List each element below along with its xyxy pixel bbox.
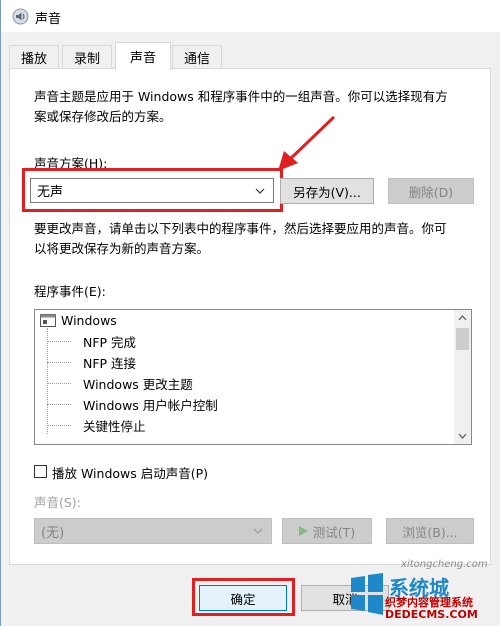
watermark-site: xitongcheng.com — [401, 559, 488, 570]
save-as-button[interactable]: 另存为(V)... — [280, 178, 374, 204]
list-item[interactable]: 关键性停止 — [83, 415, 146, 436]
windows-app-icon — [40, 314, 56, 327]
test-button[interactable]: 测试(T) — [282, 518, 372, 544]
change-description-line2: 以将更改保存为新的声音方案。 — [34, 241, 210, 256]
sound-dialog: 声音 播放 录制 声音 通信 声音主题是应用于 Windows 和程序事件中的一… — [0, 0, 500, 626]
ok-button[interactable]: 确定 — [199, 585, 287, 611]
chevron-down-icon — [255, 188, 265, 194]
play-icon — [298, 526, 308, 536]
test-button-label: 测试(T) — [312, 524, 356, 540]
tree-branch — [47, 425, 71, 426]
speaker-icon — [12, 8, 29, 25]
sound-label: 声音(S): — [34, 495, 81, 510]
sounds-panel: 声音主题是应用于 Windows 和程序事件中的一组声音。你可以选择现有方 案或… — [9, 68, 491, 565]
browse-button[interactable]: 浏览(B)... — [386, 518, 474, 544]
scroll-thumb[interactable] — [456, 328, 469, 350]
startup-sound-checkbox[interactable] — [34, 465, 47, 478]
startup-sound-label[interactable]: 播放 Windows 启动声音(P) — [52, 463, 208, 482]
red-arrow-icon — [278, 115, 336, 171]
scheme-description: 声音主题是应用于 Windows 和程序事件中的一组声音。你可以选择现有方 案或… — [34, 87, 474, 127]
scroll-up-icon[interactable] — [458, 315, 467, 321]
tree-branch — [47, 362, 71, 363]
events-listbox[interactable]: Windows NFP 完成 NFP 连接 Windows 更改主题 Windo… — [34, 309, 472, 445]
list-item[interactable]: Windows 更改主题 — [83, 373, 193, 394]
scheme-description-line2: 案或保存修改后的方案。 — [34, 109, 172, 124]
events-root[interactable]: Windows — [61, 310, 117, 331]
scheme-select[interactable]: 无声 — [30, 178, 274, 203]
list-item[interactable]: NFP 连接 — [83, 352, 136, 373]
watermark-line2: DEDECMS.COM — [385, 608, 478, 621]
tab-sounds[interactable]: 声音 — [115, 42, 171, 70]
tab-communications[interactable]: 通信 — [172, 45, 222, 69]
scroll-down-icon[interactable] — [458, 433, 467, 439]
list-item[interactable]: NFP 完成 — [83, 331, 136, 352]
scheme-select-value: 无声 — [37, 185, 64, 200]
tree-branch — [47, 404, 71, 405]
events-label: 程序事件(E): — [34, 284, 106, 299]
events-scrollbar[interactable] — [454, 310, 471, 444]
list-item[interactable]: Windows 用户帐户控制 — [83, 394, 218, 415]
window-title: 声音 — [35, 12, 62, 27]
title-bar: 声音 — [1, 0, 500, 32]
sound-select-value: (无) — [41, 525, 65, 541]
delete-button[interactable]: 删除(D) — [388, 178, 474, 204]
chevron-down-icon — [253, 528, 263, 534]
tree-branch — [47, 341, 71, 342]
tree-branch — [47, 383, 71, 384]
scheme-description-line1: 声音主题是应用于 Windows 和程序事件中的一组声音。你可以选择现有方 — [34, 89, 448, 104]
tree-line — [47, 328, 48, 434]
sound-select[interactable]: (无) — [34, 518, 272, 544]
watermark-logo-icon — [351, 573, 383, 615]
tab-recording[interactable]: 录制 — [62, 45, 112, 69]
tab-playback[interactable]: 播放 — [9, 45, 59, 69]
change-description: 要更改声音，请单击以下列表中的程序事件，然后选择要应用的声音。你可 以将更改保存… — [34, 219, 474, 259]
change-description-line1: 要更改声音，请单击以下列表中的程序事件，然后选择要应用的声音。你可 — [34, 221, 447, 236]
